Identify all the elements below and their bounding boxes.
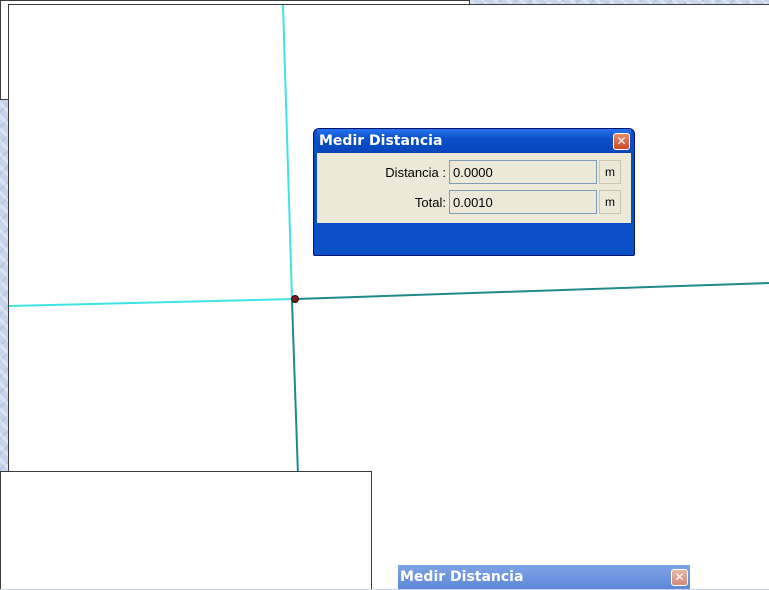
dialog-title-bar[interactable]: Medir Distancia ✕ bbox=[317, 129, 631, 153]
dialog-body: Distancia : 0.0000 m Total: 0.0010 m bbox=[317, 153, 631, 223]
cyan-horizontal-line bbox=[9, 298, 295, 307]
cyan-vertical-line bbox=[282, 5, 293, 300]
close-icon[interactable]: ✕ bbox=[613, 132, 630, 150]
distance-value-field: 0.0000 bbox=[449, 160, 597, 184]
back-window-bottom bbox=[0, 471, 372, 589]
total-label: Total: bbox=[414, 194, 446, 210]
distance-label: Distancia : bbox=[385, 164, 446, 180]
close-icon: ✕ bbox=[671, 568, 688, 586]
total-row: Total: 0.0010 m bbox=[321, 187, 627, 217]
point-marker-icon bbox=[291, 295, 299, 303]
dialog-title: Medir Distancia bbox=[319, 133, 443, 149]
measure-distance-dialog: Medir Distancia ✕ Distancia : 0.0000 m T… bbox=[313, 128, 635, 256]
distance-row: Distancia : 0.0000 m bbox=[321, 157, 627, 187]
ghost-title-bar: Medir Distancia ✕ bbox=[398, 565, 690, 589]
total-value-field: 0.0010 bbox=[449, 190, 597, 214]
distance-unit: m bbox=[599, 160, 621, 184]
teal-vertical-line bbox=[291, 300, 299, 476]
total-unit: m bbox=[599, 190, 621, 214]
ghost-measure-dialog: Medir Distancia ✕ bbox=[398, 565, 690, 589]
ghost-title: Medir Distancia bbox=[400, 569, 524, 585]
teal-horizontal-line bbox=[295, 282, 769, 300]
